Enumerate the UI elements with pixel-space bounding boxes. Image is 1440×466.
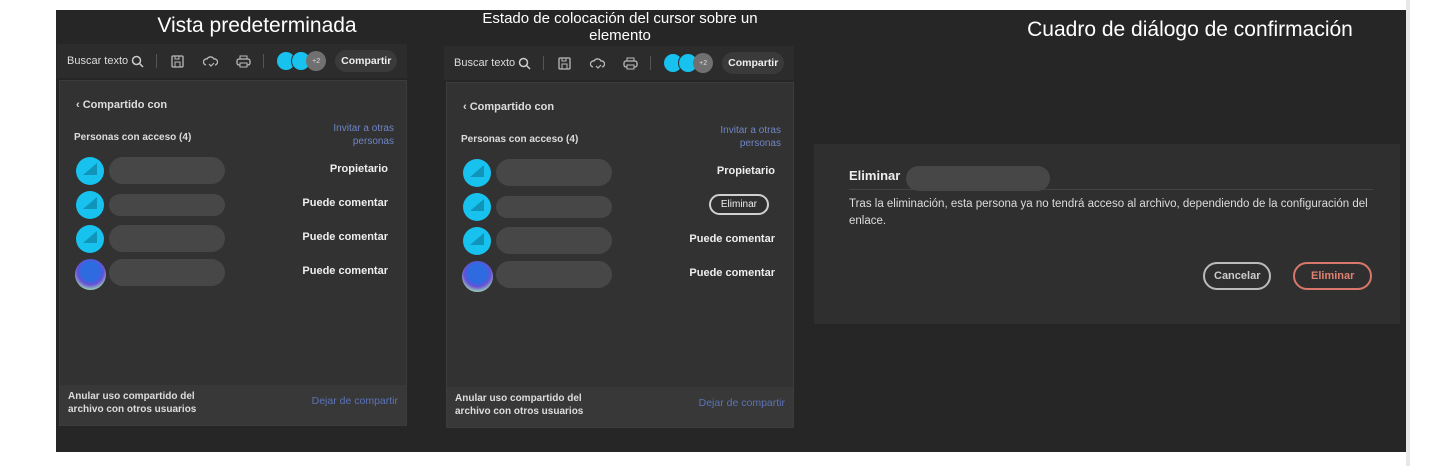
search-button[interactable]: Buscar texto xyxy=(454,57,531,70)
back-button[interactable]: ‹ Compartido con xyxy=(76,99,167,111)
dialog-title: Eliminar xyxy=(849,168,901,183)
panel-body: ‹ Compartido con Personas con acceso (4)… xyxy=(446,82,794,428)
stop-sharing-link[interactable]: Dejar de compartir xyxy=(699,397,785,409)
chevron-left-icon: ‹ xyxy=(76,99,83,111)
print-icon[interactable] xyxy=(622,55,638,71)
save-icon[interactable] xyxy=(556,55,572,71)
role-dropdown[interactable]: Puede comentar xyxy=(302,197,388,209)
person-row: Puede comentar xyxy=(75,259,396,290)
search-icon xyxy=(518,57,531,70)
redacted-name xyxy=(496,227,612,254)
toolbar: Buscar texto +2 Compartir xyxy=(444,46,794,80)
person-row: Puede comentar xyxy=(76,191,396,219)
divider xyxy=(543,56,545,70)
avatar xyxy=(463,227,491,255)
role-dropdown[interactable]: Puede comentar xyxy=(302,265,388,277)
caption-default-view: Vista predeterminada xyxy=(157,14,357,37)
search-label: Buscar texto xyxy=(67,55,129,67)
caption-hover-state: Estado de colocación del cursor sobre un… xyxy=(482,10,758,44)
role-dropdown[interactable]: Puede comentar xyxy=(689,233,775,245)
divider xyxy=(156,54,158,68)
redacted-name xyxy=(496,159,612,186)
more-count: +2 xyxy=(306,51,327,71)
back-label: Compartido con xyxy=(82,99,168,111)
invite-link[interactable]: Invitar a otras personas xyxy=(314,122,394,148)
person-row: Propietario xyxy=(76,157,396,185)
redacted-name xyxy=(109,225,225,252)
avatar xyxy=(463,193,491,221)
collaborator-avatars[interactable]: +2 xyxy=(276,51,327,71)
divider xyxy=(263,54,265,68)
search-button[interactable]: Buscar texto xyxy=(67,55,144,68)
chevron-left-icon: ‹ xyxy=(463,101,470,113)
unshare-footer: Anular uso compartido del archivo con ot… xyxy=(60,385,406,425)
person-row-hovered[interactable]: Eliminar xyxy=(463,193,783,221)
avatar xyxy=(462,261,493,292)
redacted-name xyxy=(496,196,612,218)
back-button[interactable]: ‹ Compartido con xyxy=(463,101,554,113)
person-row: Propietario xyxy=(463,159,783,187)
avatar xyxy=(75,259,106,290)
share-button[interactable]: Compartir xyxy=(722,52,785,74)
cancel-button[interactable]: Cancelar xyxy=(1203,262,1272,290)
person-row: Puede comentar xyxy=(463,227,783,255)
role-label: Propietario xyxy=(716,165,775,177)
avatar xyxy=(463,159,491,187)
save-icon[interactable] xyxy=(169,53,185,69)
remove-confirm-dialog: Eliminar Tras la eliminación, esta perso… xyxy=(814,144,1400,324)
redacted-name xyxy=(109,157,225,184)
collaborator-avatars[interactable]: +2 xyxy=(663,53,714,73)
avatar xyxy=(76,157,104,185)
share-button[interactable]: Compartir xyxy=(335,50,398,72)
role-dropdown[interactable]: Puede comentar xyxy=(302,231,388,243)
stop-sharing-link[interactable]: Dejar de compartir xyxy=(312,395,398,407)
unshare-description: Anular uso compartido del archivo con ot… xyxy=(455,393,584,417)
back-label: Compartido con xyxy=(469,101,555,113)
more-count: +2 xyxy=(693,53,714,73)
access-heading: Personas con acceso (4) xyxy=(74,132,192,143)
access-heading: Personas con acceso (4) xyxy=(461,134,579,145)
cloud-sync-icon[interactable] xyxy=(202,53,218,69)
invite-link[interactable]: Invitar a otras personas xyxy=(701,124,781,150)
edge xyxy=(1406,0,1410,466)
share-panel-hover: Buscar texto +2 Compartir ‹ Compartido c… xyxy=(444,46,794,428)
unshare-footer: Anular uso compartido del archivo con ot… xyxy=(447,387,793,427)
redacted-name xyxy=(906,166,1050,191)
divider xyxy=(849,189,1373,190)
avatar xyxy=(76,225,104,253)
redacted-name xyxy=(496,261,612,288)
redacted-name xyxy=(109,259,225,286)
panel-body: ‹ Compartido con Personas con acceso (4)… xyxy=(59,80,407,426)
toolbar: Buscar texto +2 Compartir xyxy=(57,44,407,78)
search-icon xyxy=(131,55,144,68)
cloud-sync-icon[interactable] xyxy=(589,55,605,71)
remove-button[interactable]: Eliminar xyxy=(708,194,769,215)
person-row: Puede comentar xyxy=(76,225,396,253)
person-row: Puede comentar xyxy=(462,261,783,292)
dialog-message: Tras la eliminación, esta persona ya no … xyxy=(849,198,1368,227)
search-label: Buscar texto xyxy=(454,57,516,69)
role-label: Propietario xyxy=(329,163,388,175)
unshare-description: Anular uso compartido del archivo con ot… xyxy=(68,391,197,415)
confirm-remove-button[interactable]: Eliminar xyxy=(1293,262,1373,290)
share-panel-default: Buscar texto +2 Compartir ‹ Compartido c… xyxy=(57,44,407,426)
role-dropdown[interactable]: Puede comentar xyxy=(689,267,775,279)
divider xyxy=(650,56,652,70)
print-icon[interactable] xyxy=(235,53,251,69)
caption-confirm-dialog: Cuadro de diálogo de confirmación xyxy=(1027,18,1353,41)
redacted-name xyxy=(109,194,225,216)
avatar xyxy=(76,191,104,219)
